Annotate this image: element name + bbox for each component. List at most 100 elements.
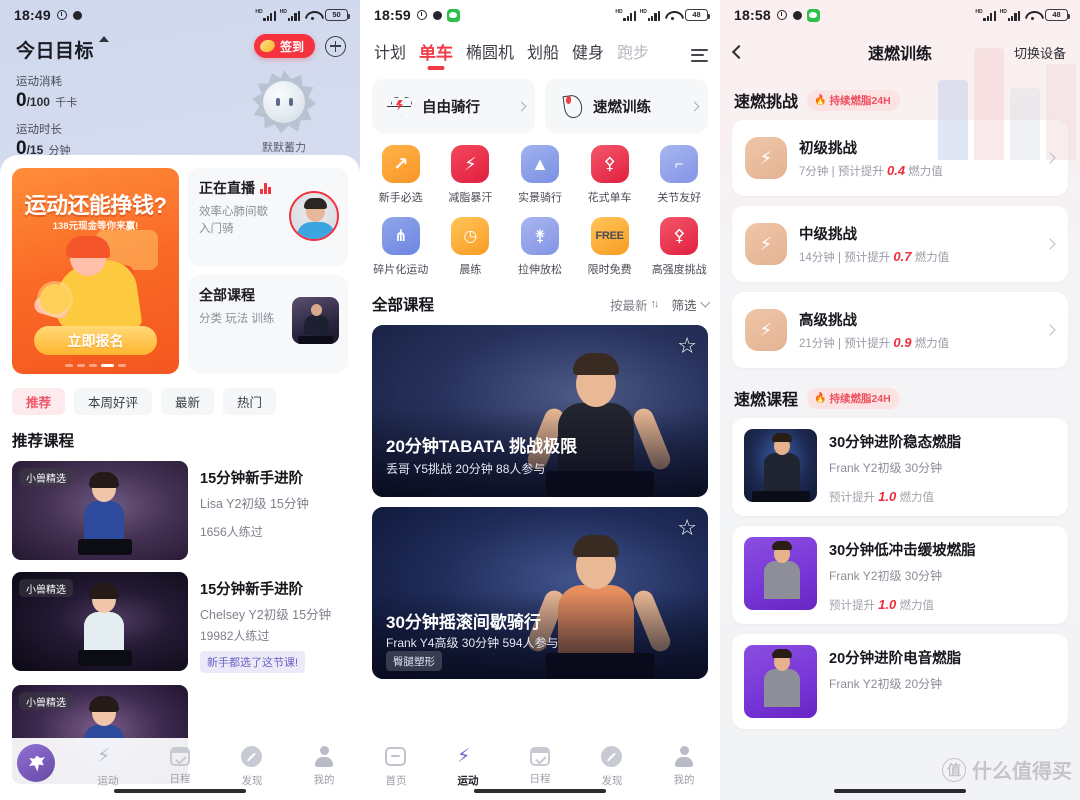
- list-item[interactable]: ⚡ 高级挑战 21分钟 | 预计提升 0.9 燃力值: [732, 292, 1068, 368]
- tab-fitness[interactable]: 健身: [572, 39, 604, 71]
- tab-workout[interactable]: 运动: [72, 746, 144, 788]
- avatar-hair: [304, 198, 327, 209]
- tab-elliptical[interactable]: 椭圆机: [466, 39, 514, 71]
- status-left-1: 18:49: [14, 7, 82, 23]
- tab-schedule[interactable]: 日程: [504, 746, 576, 786]
- mode-cards: 自由骑行 速燃训练: [360, 72, 720, 133]
- category-fatburn[interactable]: ⚡ 减脂暴汗: [436, 145, 506, 205]
- caret-up-icon[interactable]: [99, 36, 110, 42]
- all-courses-card[interactable]: 全部课程 分类 玩法 训练: [188, 275, 348, 373]
- category-joint-friendly[interactable]: ⌐ 关节友好: [644, 145, 714, 205]
- category-trick-bike[interactable]: ⚴ 花式单车: [575, 145, 645, 205]
- tab-label: 发现: [601, 775, 623, 787]
- challenge-prefix: 预计提升: [837, 166, 884, 178]
- featured-course-title: 20分钟TABATA 挑战极限: [386, 437, 578, 456]
- challenge-text: 中级挑战 14分钟 | 预计提升 0.7 燃力值: [799, 223, 1046, 265]
- category-free[interactable]: FREE 限时免费: [575, 217, 645, 277]
- promo-cta-button[interactable]: 立即报名: [34, 326, 157, 355]
- estimate-value: 1.0: [878, 489, 897, 504]
- plus-icon[interactable]: [325, 35, 346, 57]
- tab-label: 运动: [97, 775, 119, 787]
- course-meta: 15分钟新手进阶 Lisa Y2初级 15分钟 1656人练过: [200, 461, 348, 560]
- featured-course-card[interactable]: ☆ 30分钟摇滚间歇骑行 Frank Y4高级 30分钟 594人参与 臀腿塑形: [372, 507, 708, 679]
- challenge-duration: 7分钟: [799, 166, 829, 178]
- free-ride-card[interactable]: 自由骑行: [372, 79, 535, 133]
- list-item[interactable]: 小兽精选 15分钟新手进阶 Chelsey Y2初级 15分钟 19982人练过…: [12, 572, 348, 673]
- category-micro-workout[interactable]: ⋔ 碎片化运动: [366, 217, 436, 277]
- tab-label: 我的: [673, 774, 695, 786]
- sun-face: [263, 81, 305, 123]
- list-item[interactable]: 20分钟进阶电音燃脂 Frank Y2初级 20分钟: [732, 634, 1068, 729]
- status-time: 18:58: [734, 7, 771, 23]
- separator: |: [831, 166, 835, 178]
- mascot[interactable]: 默默蓄力: [238, 70, 330, 155]
- tab-schedule[interactable]: 日程: [144, 746, 216, 786]
- tab-bike[interactable]: 单车: [419, 39, 453, 72]
- chip-newest[interactable]: 最新: [161, 388, 215, 415]
- list-item[interactable]: 30分钟进阶稳态燃脂 Frank Y2初级 30分钟 预计提升 1.0 燃力值: [732, 418, 1068, 516]
- tab-profile[interactable]: 我的: [288, 746, 360, 787]
- tab-rowing[interactable]: 划船: [527, 39, 559, 71]
- figure-monitor: [78, 539, 132, 555]
- featured-course-card[interactable]: ☆ 20分钟TABATA 挑战极限 丢哥 Y5挑战 20分钟 88人参与: [372, 325, 708, 497]
- category-label: 限时免费: [587, 264, 632, 276]
- tab-discover[interactable]: 发现: [576, 746, 648, 788]
- list-item[interactable]: 30分钟低冲击缓坡燃脂 Frank Y2初级 30分钟 预计提升 1.0 燃力值: [732, 526, 1068, 624]
- star-outline-icon[interactable]: ☆: [677, 517, 697, 539]
- panel-burn-training: 18:58 48 速燃训练 切换设备 速燃挑战 🔥 持续燃脂24H: [720, 0, 1080, 800]
- star-outline-icon[interactable]: ☆: [677, 335, 697, 357]
- category-scenic[interactable]: ▲ 实景骑行: [505, 145, 575, 205]
- filter-button[interactable]: 筛选: [671, 295, 710, 314]
- category-high-intensity[interactable]: ⚴ 高强度挑战: [644, 217, 714, 277]
- category-morning[interactable]: ◷ 晨练: [436, 217, 506, 277]
- status-bar-1: 18:49 50: [0, 0, 360, 30]
- tab-plan[interactable]: 计划: [374, 39, 406, 71]
- chevron-right-icon: [516, 101, 527, 111]
- chip-hot[interactable]: 热门: [223, 388, 277, 415]
- equipment-tabs: 计划 单车 椭圆机 划船 健身 跑步: [360, 30, 720, 72]
- thumb-hair: [772, 649, 792, 658]
- switch-device-button[interactable]: 切换设备: [1014, 43, 1066, 62]
- tab-running[interactable]: 跑步: [617, 39, 649, 71]
- wifi-icon: [305, 10, 320, 21]
- tab-home[interactable]: 首页: [360, 746, 432, 788]
- signal-icon: [615, 9, 636, 21]
- chip-weekly-top[interactable]: 本周好评: [74, 388, 153, 415]
- badge-featured: 小兽精选: [19, 468, 73, 486]
- challenge-value: 0.9: [893, 335, 912, 350]
- category-stretch[interactable]: ⚵ 拉伸放松: [505, 217, 575, 277]
- list-item[interactable]: 小兽精选 15分钟新手进阶 Lisa Y2初级 15分钟 1656人练过: [12, 461, 348, 560]
- estimate-value: 1.0: [878, 597, 897, 612]
- tab-profile[interactable]: 我的: [648, 746, 720, 787]
- clock-icon: ◷: [451, 217, 490, 255]
- burn-training-card[interactable]: 速燃训练: [545, 79, 708, 133]
- tab-discover[interactable]: 发现: [216, 746, 288, 788]
- stat-value: 0: [16, 90, 27, 111]
- status-badge: 🔥 持续燃脂24H: [807, 89, 900, 111]
- sort-button[interactable]: 按最新 ↑↓: [610, 295, 660, 314]
- course-subtitle: Frank Y2初级 30分钟: [829, 461, 943, 475]
- category-label: 关节友好: [657, 192, 702, 204]
- chip-recommend[interactable]: 推荐: [12, 388, 66, 415]
- course-meta: 30分钟低冲击缓坡燃脂 Frank Y2初级 30分钟 预计提升 1.0 燃力值: [829, 537, 1056, 613]
- course-tag: 新手都选了这节课!: [200, 651, 306, 673]
- course-subtitle: Chelsey Y2初级 15分钟: [200, 608, 332, 622]
- thumb-desk: [752, 491, 810, 502]
- separator: |: [838, 252, 841, 264]
- signin-button[interactable]: 签到: [253, 34, 315, 58]
- carousel-dots[interactable]: [12, 364, 179, 367]
- live-card[interactable]: 正在直播 效率心肺间歇 入门骑: [188, 168, 348, 266]
- tab-logo[interactable]: [0, 744, 72, 782]
- thumb-desk: [298, 336, 333, 344]
- category-beginner[interactable]: ↗ 新手必选: [366, 145, 436, 205]
- tab-workout[interactable]: 运动: [432, 746, 504, 788]
- battery-icon: 50: [325, 9, 350, 21]
- list-item[interactable]: ⚡ 中级挑战 14分钟 | 预计提升 0.7 燃力值: [732, 206, 1068, 282]
- home-indicator: [114, 789, 246, 793]
- badge-featured: 小兽精选: [19, 692, 73, 710]
- hamburger-icon[interactable]: [691, 48, 708, 62]
- user-icon: [313, 746, 335, 767]
- user-icon: [673, 746, 695, 767]
- promo-banner[interactable]: 运动还能挣钱? 138元现金等你来赢! 立即报名: [12, 168, 179, 374]
- mountain-icon: ▲: [520, 145, 559, 183]
